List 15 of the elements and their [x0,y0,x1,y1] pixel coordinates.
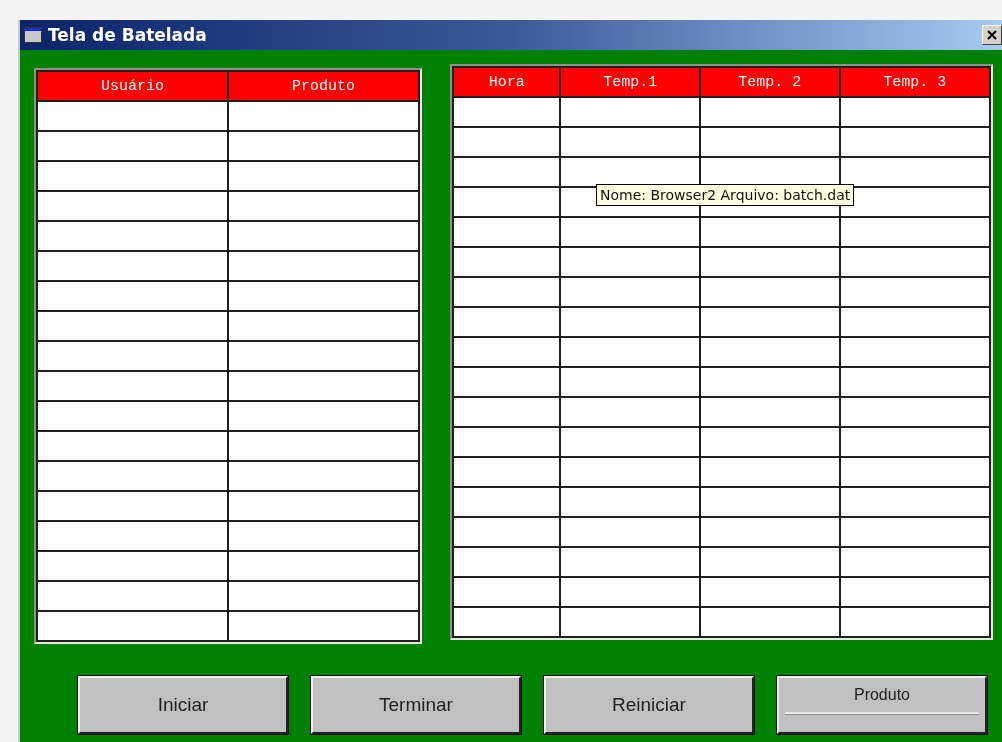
close-icon [986,29,998,41]
action-button[interactable]: Reiniciar [544,676,754,734]
action-button[interactable]: Iniciar [78,676,288,734]
window-title: Tela de Batelada [48,25,208,45]
tooltip: Nome: Browser2 Arquivo: batch.dat [596,184,855,206]
action-button[interactable]: Produto [777,676,987,734]
column-header: Usuário [37,71,228,101]
window-icon [24,27,42,43]
close-button[interactable] [982,25,1002,45]
column-header: Hora [453,67,561,97]
column-header: Produto [228,71,419,101]
column-header: Temp. 3 [839,67,990,97]
action-button[interactable]: Terminar [311,676,521,734]
column-header: Temp.1 [560,67,700,97]
column-header: Temp. 2 [700,67,840,97]
